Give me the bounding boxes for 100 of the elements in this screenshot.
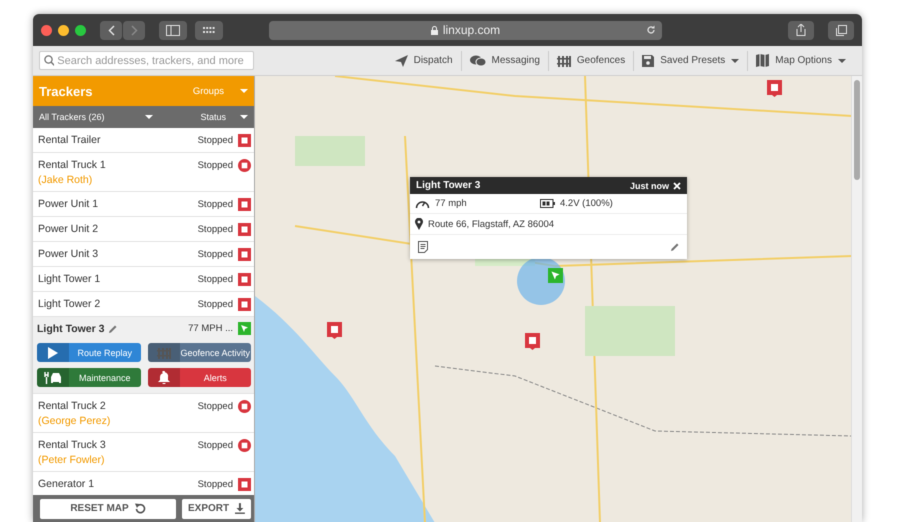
toolbar-button[interactable]: Messaging (460, 50, 548, 70)
footer-button[interactable]: RESET MAP (40, 498, 176, 518)
stopped-circle-icon (238, 159, 251, 172)
play-icon (48, 346, 58, 358)
tracker-item[interactable]: Rental Trailer Stopped (33, 128, 254, 153)
toolbar-button[interactable]: Geofences (548, 50, 634, 70)
action-button[interactable]: Geofence Activity (148, 343, 251, 362)
battery-icon (540, 199, 555, 208)
address-bar[interactable]: linxup.com (269, 20, 662, 40)
toolbar-button[interactable]: Dispatch (386, 50, 461, 70)
tracker-name: Power Unit 1 (38, 198, 98, 210)
minimize-window-button[interactable] (58, 24, 69, 36)
action-button[interactable]: Route Replay (37, 343, 140, 362)
stopped-circle-icon (238, 400, 251, 413)
moving-arrow-icon (238, 322, 251, 335)
popup-title: Light Tower 3 (416, 180, 480, 191)
tracker-item[interactable]: Light Tower 3 77 MPH ... Route Replay Geofence Activity Maintenance Alerts (33, 317, 254, 394)
map-icon (756, 54, 770, 67)
tracker-status: 77 MPH ... (188, 323, 233, 334)
action-button[interactable]: Alerts (148, 368, 251, 387)
share-icon (796, 24, 806, 36)
popup-time: Just now (630, 180, 669, 190)
tracker-name: Rental Truck 3 (38, 439, 106, 451)
tracker-status: Stopped (198, 160, 233, 171)
tracker-name: Light Tower 2 (38, 298, 100, 310)
map-drawing[interactable]: Light Tower 3 Just now 77 mph 4.2V (100%) Route 66, Flagstaff, AZ 86004 (255, 76, 851, 522)
tracker-status: Stopped (198, 479, 233, 490)
tracker-status: Stopped (198, 249, 233, 260)
driver-name: (George Perez) (38, 415, 110, 427)
reload-icon[interactable] (646, 24, 656, 34)
search-field[interactable]: Search addresses, trackers, and more (39, 51, 254, 70)
location-pin-icon (415, 218, 423, 230)
note-icon[interactable] (418, 241, 428, 253)
driver-name: (Jake Roth) (38, 174, 94, 186)
tracker-name: Light Tower 3 (37, 322, 104, 334)
grid-icon (203, 26, 215, 34)
tracker-name: Rental Trailer (38, 134, 100, 146)
close-window-button[interactable] (41, 24, 52, 36)
stopped-marker-icon[interactable] (327, 322, 342, 339)
tracker-status: Stopped (198, 299, 233, 310)
action-button[interactable]: Maintenance (37, 368, 140, 387)
save-icon (642, 54, 654, 66)
bell-icon (158, 371, 170, 384)
chevron-left-icon (108, 24, 114, 36)
send-icon (394, 54, 408, 66)
stopped-square-icon (238, 273, 251, 286)
toolbar-button[interactable]: Saved Presets (633, 50, 748, 70)
sidebar-icon (166, 24, 180, 36)
stopped-square-icon (238, 478, 251, 491)
stopped-square-icon (238, 248, 251, 261)
tracker-item[interactable]: Rental Truck 2 (George Perez) Stopped (33, 394, 254, 433)
tabs-button[interactable] (828, 20, 854, 40)
tracker-name: Generator 1 (38, 478, 94, 490)
stopped-marker-icon[interactable] (525, 333, 540, 350)
stopped-square-icon (238, 134, 251, 147)
tracker-status: Stopped (198, 401, 233, 412)
tabs-icon (836, 24, 846, 36)
footer-button[interactable]: EXPORT (182, 498, 251, 518)
popup-battery: 4.2V (100%) (560, 198, 613, 209)
tracker-status: Stopped (198, 224, 233, 235)
tracker-status: Stopped (198, 274, 233, 285)
tracker-name: Power Unit 2 (38, 223, 98, 235)
panel-title: Trackers (39, 84, 92, 98)
edit-icon[interactable] (671, 243, 679, 251)
fence-icon (156, 346, 170, 359)
stopped-square-icon (238, 298, 251, 311)
tracker-status: Stopped (198, 135, 233, 146)
search-icon (44, 55, 54, 66)
sidebar-toggle-button[interactable] (159, 20, 187, 40)
tracker-item[interactable]: Power Unit 3 Stopped (33, 242, 254, 267)
back-button[interactable] (100, 20, 122, 40)
tracker-item[interactable]: Power Unit 2 Stopped (33, 217, 254, 242)
driver-name: (Peter Fowler) (38, 454, 106, 466)
fence-icon (556, 54, 571, 67)
status-dropdown[interactable]: Status (200, 112, 248, 122)
grid-view-button[interactable] (195, 20, 223, 40)
stopped-square-icon (238, 223, 251, 236)
tracker-name: Light Tower 1 (38, 273, 100, 285)
stopped-marker-icon[interactable] (767, 80, 782, 97)
scrollbar-thumb[interactable] (854, 80, 860, 180)
tracker-status: Stopped (198, 440, 233, 451)
share-button[interactable] (788, 20, 814, 40)
chat-icon (470, 54, 486, 66)
reset-icon (134, 503, 146, 514)
download-icon (235, 503, 245, 514)
trackers-filter-dropdown[interactable]: All Trackers (26) (39, 112, 153, 122)
tracker-item[interactable]: Rental Truck 3 (Peter Fowler) Stopped (33, 433, 254, 472)
tracker-status: Stopped (198, 199, 233, 210)
lock-icon (430, 26, 438, 34)
toolbar-button[interactable]: Map Options (747, 50, 854, 70)
tracker-item[interactable]: Rental Truck 1 (Jake Roth) Stopped (33, 153, 254, 192)
maximize-window-button[interactable] (75, 24, 86, 36)
edit-icon[interactable] (109, 324, 118, 332)
tracker-item[interactable]: Power Unit 1 Stopped (33, 192, 254, 217)
close-icon[interactable] (673, 182, 681, 190)
tracker-name: Power Unit 3 (38, 248, 98, 260)
tracker-name: Rental Truck 1 (38, 159, 106, 171)
tracker-item[interactable]: Light Tower 1 Stopped (33, 267, 254, 292)
popup-speed: 77 mph (435, 198, 467, 209)
vehicle-marker-icon[interactable] (548, 268, 563, 283)
